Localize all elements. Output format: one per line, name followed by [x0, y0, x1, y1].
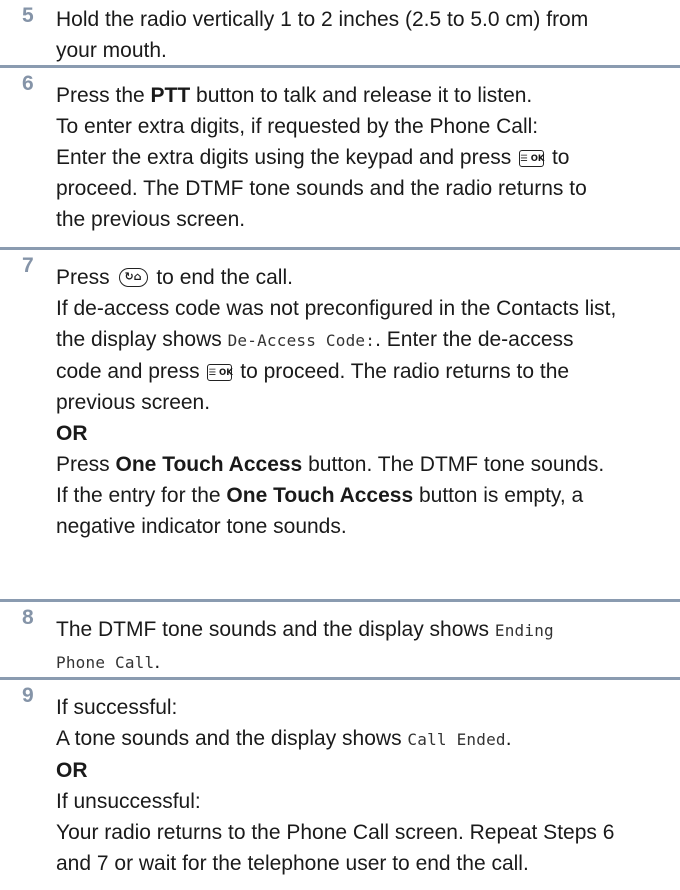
step-number: 6 — [22, 72, 34, 95]
step-text: A tone sounds and the display shows Call… — [56, 727, 512, 750]
step-text: the display shows De-Access Code:. Enter… — [56, 328, 574, 351]
step-text: Phone Call. — [56, 650, 161, 673]
step-text: To enter extra digits, if requested by t… — [56, 115, 539, 138]
step-text: Your radio returns to the Phone Call scr… — [56, 821, 615, 844]
step-number: 9 — [22, 684, 34, 707]
step-text: Press ↻⌂ to end the call. — [56, 266, 293, 289]
step-text: the previous screen. — [56, 208, 246, 231]
step-text: previous screen. — [56, 391, 211, 414]
display-text: Call Ended — [407, 730, 506, 749]
display-text: De-Access Code: — [227, 331, 376, 350]
step-text: If the entry for the One Touch Access bu… — [56, 484, 584, 507]
step-7: 7 Press ↻⌂ to end the call. If de-access… — [0, 250, 680, 602]
step-text: If unsuccessful: — [56, 790, 201, 813]
step-text: code and press ☰ OK to proceed. The radi… — [56, 360, 570, 383]
step-6: 6 Press the PTT button to talk and relea… — [0, 68, 680, 250]
step-text: Press the PTT button to talk and release… — [56, 84, 533, 107]
menu-ok-key-icon: ☰ OK — [519, 150, 545, 167]
or-separator: OR — [56, 422, 88, 445]
or-separator: OR — [56, 759, 88, 782]
display-text: Ending — [494, 621, 554, 640]
step-5: 5 Hold the radio vertically 1 to 2 inche… — [0, 0, 680, 68]
end-home-key-icon: ↻⌂ — [118, 268, 148, 287]
step-number: 8 — [22, 606, 34, 629]
step-text: The DTMF tone sounds and the display sho… — [56, 618, 554, 641]
step-text: If de-access code was not preconfigured … — [56, 297, 617, 320]
ptt-button-label: PTT — [150, 84, 191, 107]
step-9: 9 If successful: A tone sounds and the d… — [0, 680, 680, 890]
step-text: proceed. The DTMF tone sounds and the ra… — [56, 177, 587, 200]
step-text: If successful: — [56, 696, 178, 719]
display-text: Phone Call — [56, 653, 155, 672]
step-text: Hold the radio vertically 1 to 2 inches … — [56, 8, 589, 31]
step-text: negative indicator tone sounds. — [56, 515, 347, 538]
step-text: and 7 or wait for the telephone user to … — [56, 852, 529, 875]
step-number: 7 — [22, 254, 34, 277]
step-8: 8 The DTMF tone sounds and the display s… — [0, 602, 680, 680]
step-text: Enter the extra digits using the keypad … — [56, 146, 570, 169]
step-text: your mouth. — [56, 39, 167, 62]
step-text: Press One Touch Access button. The DTMF … — [56, 453, 605, 476]
menu-ok-key-icon: ☰ OK — [207, 364, 233, 381]
step-number: 5 — [22, 4, 34, 27]
